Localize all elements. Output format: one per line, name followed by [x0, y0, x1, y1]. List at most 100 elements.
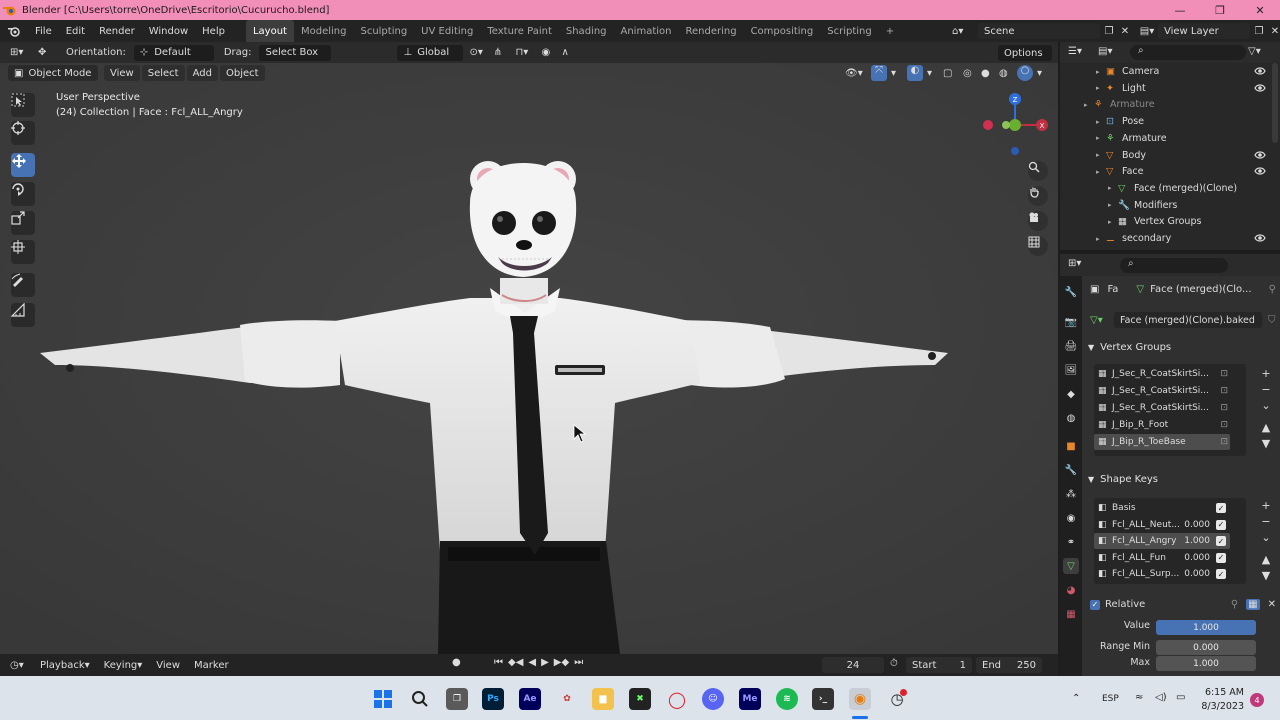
filter-icon[interactable]: ▽▾ [1248, 46, 1261, 57]
jump-start-icon[interactable]: ⏮ [494, 657, 503, 668]
expand-arrow-icon[interactable]: ▸ [1096, 118, 1106, 126]
outliner-item[interactable]: ▸ ⊡ Pose [1060, 113, 1270, 130]
expand-arrow-icon[interactable]: ▸ [1096, 84, 1106, 92]
discord-icon[interactable]: ☺ [702, 688, 724, 710]
tab-rendering[interactable]: Rendering [678, 20, 743, 42]
lock-icon[interactable]: ⊡ [1220, 437, 1228, 447]
outliner-item[interactable]: ▸ ✦ Light [1060, 80, 1270, 97]
expand-arrow-icon[interactable]: ▸ [1096, 151, 1106, 159]
blender-menu-icon[interactable] [0, 20, 28, 42]
render-tab-icon[interactable]: 📷 [1063, 314, 1079, 330]
after-effects-icon[interactable]: Ae [519, 688, 541, 710]
mode-dropdown[interactable]: ▣ Object Mode [8, 65, 98, 81]
shape-key-checkbox[interactable]: ✓ [1216, 503, 1226, 513]
file-explorer-icon[interactable]: ▆ [592, 688, 614, 710]
outliner-item[interactable]: ▸ ⚘ Armature [1060, 96, 1270, 113]
wifi-icon[interactable]: ≈ [1135, 692, 1143, 703]
pin-shape-icon[interactable]: ⚲ [1231, 599, 1238, 610]
vertex-group-item[interactable]: ▦ J_Bip_R_ToeBase ⊡ [1094, 434, 1230, 450]
drag-dropdown[interactable]: Select Box [259, 44, 332, 61]
expand-arrow-icon[interactable]: ▸ [1096, 168, 1106, 176]
timeline-view-menu[interactable]: View [150, 657, 186, 673]
shape-key-item[interactable]: ◧ Basis ✓ [1094, 500, 1230, 516]
select-box-tool-icon[interactable] [11, 93, 35, 117]
tab-animation[interactable]: Animation [614, 20, 679, 42]
mesh-data-tab-icon[interactable]: ▽ [1063, 558, 1079, 574]
show-gizmo-icon[interactable]: ⤧ [871, 65, 887, 81]
mesh-name-field[interactable]: Face (merged)(Clone).baked [1114, 312, 1262, 328]
start-frame-field[interactable]: Start 1 [906, 657, 972, 673]
marker-menu[interactable]: Marker [188, 657, 235, 673]
orientation-dropdown[interactable]: ⊹ Default [133, 44, 214, 61]
rotate-tool-icon[interactable] [11, 182, 35, 206]
properties-search-input[interactable]: ⌕ [1120, 258, 1228, 273]
outliner-item[interactable]: ▸ 🔧 Modifiers [1060, 197, 1270, 214]
end-frame-field[interactable]: End 250 [976, 657, 1042, 673]
annotate-tool-icon[interactable] [11, 273, 35, 297]
range-min-field[interactable]: 0.000 [1156, 640, 1256, 655]
media-encoder-icon[interactable]: Me [739, 688, 761, 710]
expand-arrow-icon[interactable]: ▸ [1096, 134, 1106, 142]
remove-vertex-group-icon[interactable]: − [1260, 382, 1272, 398]
constraints-tab-icon[interactable]: ⚭ [1063, 534, 1079, 550]
remove-scene-icon[interactable]: ✕ [1118, 26, 1132, 37]
play-reverse-icon[interactable]: ◀ [528, 657, 536, 668]
xray-icon[interactable]: ▢ [943, 68, 959, 79]
menu-edit[interactable]: Edit [59, 20, 92, 42]
vertex-group-specials-icon[interactable]: ⌄ [1260, 398, 1272, 414]
shading-dropdown-icon[interactable]: ▾ [1037, 68, 1049, 79]
playback-menu[interactable]: Playback ▾ [34, 657, 96, 673]
windows-start-icon[interactable] [372, 688, 394, 710]
wireframe-shading-icon[interactable]: ◎ [963, 68, 977, 79]
pan-hand-icon[interactable] [1028, 186, 1048, 206]
display-mode-icon[interactable]: ▤▾ [1098, 46, 1112, 57]
tool-tab-icon[interactable]: 🔧 [1063, 284, 1079, 300]
shape-key-checkbox[interactable]: ✓ [1216, 519, 1226, 530]
expand-arrow-icon[interactable]: ▸ [1096, 235, 1106, 243]
menu-help[interactable]: Help [195, 20, 232, 42]
view-layer-tab-icon[interactable]: 🖼 [1063, 362, 1079, 378]
add-vertex-group-icon[interactable]: + [1260, 366, 1272, 382]
measure-tool-icon[interactable] [11, 303, 35, 327]
gizmo-dropdown-icon[interactable]: ▾ [891, 68, 903, 79]
volume-icon[interactable]: ◁) [1155, 692, 1167, 703]
menu-render[interactable]: Render [92, 20, 142, 42]
remove-view-layer-icon[interactable]: ✕ [1268, 26, 1280, 37]
relative-checkbox[interactable]: ✓ [1090, 599, 1100, 610]
shape-key-specials-icon[interactable]: ⌄ [1260, 530, 1272, 546]
tab-sculpting[interactable]: Sculpting [353, 20, 414, 42]
tab-modeling[interactable]: Modeling [294, 20, 354, 42]
vertex-group-item[interactable]: ▦ J_Sec_R_CoatSkirtSi... ⊡ [1094, 383, 1230, 399]
lock-icon[interactable]: ⊡ [1220, 403, 1228, 413]
shape-key-item[interactable]: ◧ Fcl_ALL_Neut... 0.000 ✓ [1094, 517, 1230, 533]
transform-tool-icon[interactable] [11, 240, 35, 264]
minimize-icon[interactable]: — [1160, 0, 1200, 20]
search-icon[interactable] [409, 688, 431, 710]
visibility-eye-icon[interactable] [1254, 82, 1266, 94]
clock-time[interactable]: 6:15 AM [1198, 687, 1244, 698]
visibility-filter-icon[interactable]: 👁▾ [845, 68, 867, 79]
tab-compositing[interactable]: Compositing [744, 20, 821, 42]
vertex-group-item[interactable]: ▦ J_Sec_R_CoatSkirtSi... ⊡ [1094, 400, 1230, 416]
mesh-browse-icon[interactable]: ▽▾ [1090, 315, 1114, 326]
menu-file[interactable]: File [28, 20, 59, 42]
pivot-icon[interactable]: ⊙▾ [469, 47, 493, 58]
opera-icon[interactable]: ◯ [666, 688, 688, 710]
snap-target-icon[interactable]: ⊓▾ [515, 47, 541, 58]
shape-key-down-icon[interactable]: ▼ [1260, 568, 1272, 584]
language-indicator[interactable]: ESP [1102, 694, 1119, 704]
jump-keyframe-back-icon[interactable]: ◆◀ [508, 657, 523, 668]
visibility-eye-icon[interactable] [1254, 149, 1266, 161]
expand-arrow-icon[interactable]: ▸ [1108, 218, 1118, 226]
outliner-search-input[interactable]: ⌕ [1130, 45, 1246, 60]
remove-shape-key-icon[interactable]: − [1260, 514, 1272, 530]
options-dropdown[interactable]: Options [998, 45, 1052, 61]
shape-key-value[interactable]: 0.000 [1184, 569, 1210, 579]
scale-tool-icon[interactable] [11, 211, 35, 235]
lock-icon[interactable]: ⊡ [1220, 386, 1228, 396]
transform-space-dropdown[interactable]: ⊥ Global [397, 44, 464, 61]
shape-key-value[interactable]: 0.000 [1184, 553, 1210, 563]
outliner-item[interactable]: ▸ ⚊ secondary [1060, 230, 1270, 247]
clear-shape-icon[interactable]: ✕ [1268, 599, 1276, 610]
shape-key-value[interactable]: 1.000 [1184, 536, 1210, 546]
